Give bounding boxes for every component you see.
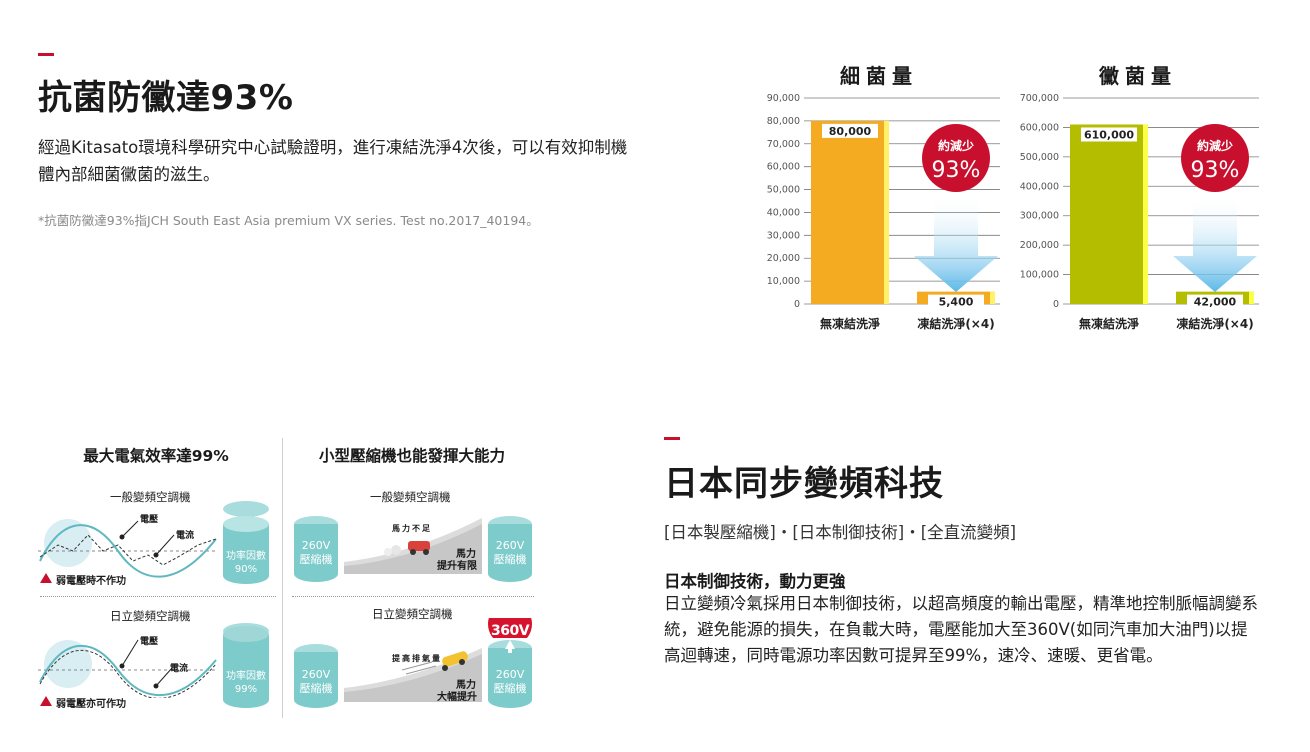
badge-line1: 約減少 (938, 138, 974, 153)
value-label: 80,000 (829, 125, 872, 138)
hitachi-compressor-a-line1: 260V (301, 668, 331, 681)
general-voltage-label: 電壓 (140, 515, 159, 525)
y-tick-label: 20,000 (767, 253, 800, 264)
compressor-title: 小型壓縮機也能發揮大能力 (318, 447, 505, 465)
bacteria-chart-svg: 0 10,000 20,000 30,000 40,000 50,000 60,000 70,… (767, 93, 1000, 331)
section3-tags: [日本製壓縮機]・[日本制御技術]・[全直流變頻] (664, 523, 1017, 542)
y-tick-label: 400,000 (1020, 181, 1059, 192)
section1-title: 抗菌防黴達93% (38, 78, 294, 118)
section1-accent-dash (38, 53, 54, 56)
general-compressor-a-line2: 壓縮機 (299, 553, 333, 566)
mold-chart-svg: 0 100,000 200,000 300,000 400,000 500,000 600,… (1020, 93, 1259, 331)
bar (811, 120, 889, 304)
general-compressor-b-line2: 壓縮機 (493, 553, 527, 566)
pf99-label-line1: 功率因數 (226, 671, 266, 682)
hitachi-compressor-b-line1: 260V (495, 668, 525, 681)
pf99-cylinder (223, 623, 269, 708)
pf99-label-line2: 99% (234, 684, 258, 695)
pf90-label-line1: 功率因數 (226, 551, 266, 562)
y-tick-label: 200,000 (1020, 240, 1059, 251)
general-ac-label-right: 一般變頻空調機 (370, 490, 451, 504)
bar-highlight (884, 120, 889, 304)
hitachi-warning-text: 弱電壓亦可作功 (56, 699, 126, 710)
value-label: 5,400 (939, 296, 974, 309)
hitachi-power-line2: 大幅提升 (437, 692, 477, 703)
general-compressor-a-line1: 260V (301, 539, 331, 552)
hill-note-displacement: 提高排氣量 (392, 654, 442, 663)
value-label: 610,000 (1084, 128, 1134, 141)
hitachi-ac-label: 日立變頻空調機 (110, 609, 191, 623)
row-divider (40, 596, 276, 597)
bar (1070, 124, 1148, 304)
badge-line2: 93% (932, 158, 981, 183)
y-tick-label: 0 (794, 299, 800, 310)
general-ac-label: 一般變頻空調機 (110, 490, 191, 504)
section3-accent-dash (664, 437, 680, 440)
y-tick-label: 600,000 (1020, 122, 1059, 133)
mold-chart: 黴菌量 0 100,000 200,000 300,000 400,000 500,000… (1007, 56, 1269, 346)
general-current-label: 電流 (176, 531, 195, 541)
y-tick-label: 10,000 (767, 276, 800, 287)
category-label: 凍結洗淨(×4) (1176, 316, 1253, 331)
hitachi-compressor-a-line2: 壓縮機 (299, 682, 333, 695)
down-arrow-icon (1173, 194, 1257, 292)
hitachi-badge-360v: 360V (490, 623, 530, 639)
warning-triangle-icon (40, 573, 52, 583)
y-tick-label: 0 (1053, 299, 1059, 310)
hitachi-current-label: 電流 (170, 664, 189, 674)
y-tick-label: 40,000 (767, 207, 800, 218)
bar-highlight (1143, 124, 1148, 304)
y-tick-label: 80,000 (767, 116, 800, 127)
hill-note-insufficient: 馬力不足 (392, 524, 432, 533)
bar-highlight (990, 291, 995, 304)
down-arrow-icon (914, 194, 998, 292)
section3-title: 日本同步變頻科技 (664, 464, 944, 504)
y-tick-label: 500,000 (1020, 152, 1059, 163)
category-label: 凍結洗淨(×4) (917, 316, 994, 331)
category-label: 無凍結洗淨 (1079, 316, 1139, 331)
y-tick-label: 60,000 (767, 162, 800, 173)
y-tick-label: 50,000 (767, 185, 800, 196)
category-label: 無凍結洗淨 (820, 316, 880, 331)
section3-subtitle: 日本制御技術，動力更強 (664, 572, 846, 591)
y-tick-label: 90,000 (767, 93, 800, 104)
y-tick-label: 30,000 (767, 230, 800, 241)
bar-highlight (1249, 291, 1254, 304)
value-label: 42,000 (1194, 296, 1237, 309)
y-tick-label: 100,000 (1020, 270, 1059, 281)
warning-triangle-icon (40, 696, 52, 706)
hitachi-voltage-label: 電壓 (140, 637, 159, 647)
section3-body: 日立變頻冷氣採用日本制御技術，以超高頻度的輸出電壓，精準地控制脈幅調變系統，避免… (664, 594, 1258, 665)
y-tick-label: 300,000 (1020, 211, 1059, 222)
general-power-line2: 提升有限 (437, 561, 477, 572)
row-divider (292, 596, 534, 597)
badge-line2: 93% (1191, 158, 1240, 183)
efficiency-title: 最大電氣效率達99% (83, 447, 229, 465)
pf90-label-line2: 90% (234, 564, 258, 575)
general-compressor-b-line1: 260V (495, 539, 525, 552)
badge-line1: 約減少 (1197, 138, 1233, 153)
section1-body: 經過Kitasato環境科學研究中心試驗證明，進行凍結洗淨4次後，可以有效抑制機… (38, 138, 628, 184)
section1-footnote: *抗菌防黴達93%指JCH South East Asia premium VX… (38, 213, 539, 228)
y-tick-label: 70,000 (767, 139, 800, 150)
column-divider (282, 438, 283, 718)
hitachi-compressor-b-line2: 壓縮機 (493, 682, 527, 695)
general-warning-text: 弱電壓時不作功 (56, 576, 126, 587)
bacteria-chart: 細菌量 0 10,000 20,000 30,000 40,000 50,000 60,00… (748, 56, 1010, 346)
y-tick-label: 700,000 (1020, 93, 1059, 104)
